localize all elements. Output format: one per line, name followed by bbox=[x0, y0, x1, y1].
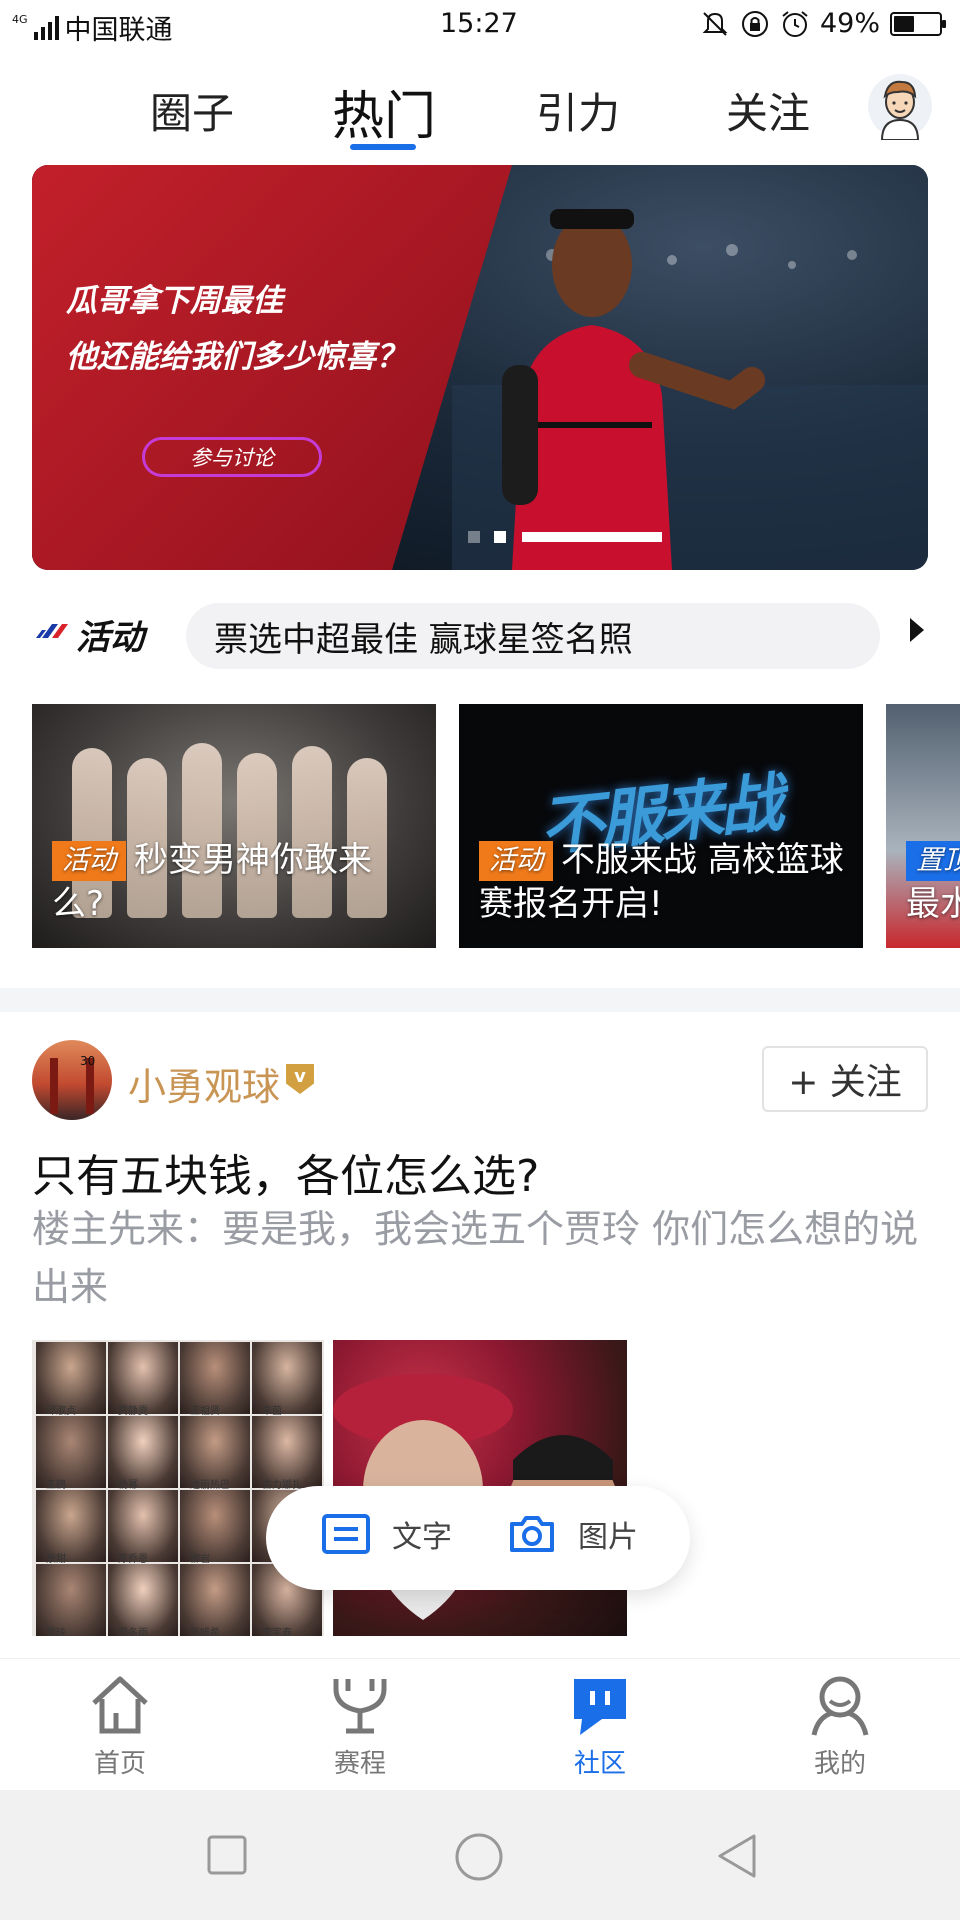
card-badge: 置顶 bbox=[906, 841, 960, 881]
grid-name-label: 杨幂 bbox=[118, 1480, 138, 1491]
author-name[interactable]: 小勇观球 bbox=[128, 1056, 280, 1111]
user-avatar-icon[interactable] bbox=[868, 70, 932, 140]
activity-headline[interactable]: 票选中超最佳 赢球星签名照 bbox=[186, 603, 880, 669]
nav-schedule[interactable]: 赛程 bbox=[300, 1673, 420, 1780]
compose-text-button[interactable]: 文字 bbox=[322, 1512, 452, 1556]
activity-logo-icon bbox=[36, 624, 68, 638]
grid-name-label: 朱茵 bbox=[262, 1406, 282, 1417]
tab-following[interactable]: 关注 bbox=[726, 80, 810, 141]
compose-image-label: 图片 bbox=[578, 1520, 638, 1555]
text-post-icon bbox=[322, 1514, 370, 1554]
activity-row: 活动 票选中超最佳 赢球星签名照 bbox=[0, 598, 960, 674]
bottom-nav: 首页 赛程 社区 我的 bbox=[0, 1658, 960, 1790]
profile-icon bbox=[811, 1676, 869, 1736]
network-type: 4G bbox=[12, 13, 28, 26]
signal-icon bbox=[33, 15, 59, 40]
verified-badge-icon: v bbox=[286, 1064, 314, 1094]
community-icon bbox=[574, 1679, 626, 1735]
banner-title: 瓜哥拿下周最佳 他还能给我们多少惊喜？ bbox=[66, 273, 407, 385]
home-icon bbox=[92, 1676, 148, 1734]
grid-name-label: 柳岩 bbox=[190, 1554, 210, 1565]
carousel-dot[interactable] bbox=[468, 531, 480, 543]
carousel-dots bbox=[468, 531, 506, 543]
nav-community-label: 社区 bbox=[573, 1749, 626, 1779]
grid-name-label: 王祖贤 bbox=[190, 1406, 220, 1417]
system-nav-bar bbox=[0, 1790, 960, 1920]
banner-title-line1: 瓜哥拿下周最佳 bbox=[66, 283, 283, 319]
grid-name-label: 王鸥 bbox=[46, 1480, 66, 1491]
grid-name-label: 景甜 bbox=[46, 1554, 66, 1565]
grid-name-label: 古力娜扎 bbox=[262, 1480, 302, 1491]
grid-name-label: 周冬雨 bbox=[118, 1628, 148, 1636]
mute-icon bbox=[702, 11, 728, 36]
grid-name-label: 李宇春 bbox=[262, 1628, 292, 1636]
post-image-grid[interactable]: 邱淑贞 贾静雯 王祖贤 朱茵王鸥 杨幂 迪丽热巴 古力娜扎景甜 陈乔恩 柳岩贾玲 周冬雨 陈妍希 李宇… bbox=[32, 1340, 324, 1636]
grid-name-label: 贾玲 bbox=[46, 1628, 66, 1636]
card-text: 最水 bbox=[906, 884, 960, 924]
rotation-lock-icon bbox=[741, 10, 768, 37]
active-tab-indicator bbox=[350, 144, 416, 150]
nav-schedule-label: 赛程 bbox=[333, 1749, 386, 1779]
compose-popup: 文字 图片 bbox=[266, 1486, 690, 1590]
trophy-icon bbox=[333, 1679, 387, 1734]
tab-circles[interactable]: 圈子 bbox=[150, 80, 234, 141]
tab-gravity[interactable]: 引力 bbox=[536, 80, 620, 141]
tab-hot[interactable]: 热门 bbox=[332, 74, 436, 149]
nav-home[interactable]: 首页 bbox=[60, 1673, 180, 1780]
section-divider bbox=[0, 988, 960, 1012]
activity-cards: 活动秒变男神你敢来么? 不服来战 活动不服来战 高校篮球赛报名开启! 置顶最水 bbox=[0, 704, 960, 948]
activity-arrow-icon[interactable] bbox=[910, 618, 924, 642]
follow-button[interactable]: + 关注 bbox=[762, 1046, 928, 1112]
join-discussion-button[interactable]: 参与讨论 bbox=[142, 437, 322, 477]
activity-card[interactable]: 置顶最水 bbox=[886, 704, 960, 948]
grid-name-label: 贾静雯 bbox=[118, 1406, 148, 1417]
card-caption: 活动 秒变男神你敢来么? bbox=[52, 838, 420, 926]
card-badge: 活动 bbox=[52, 841, 126, 881]
home-circle-icon[interactable] bbox=[454, 1832, 504, 1882]
activity-label: 活动 bbox=[76, 618, 144, 658]
status-left: 4G 中国联通 bbox=[12, 8, 173, 47]
activity-card[interactable]: 不服来战 活动 不服来战 高校篮球赛报名开启! bbox=[459, 704, 863, 948]
hero-banner[interactable]: 瓜哥拿下周最佳 他还能给我们多少惊喜？ 参与讨论 bbox=[32, 165, 928, 570]
carrier-name: 中国联通 bbox=[64, 15, 173, 46]
status-right: 49% bbox=[700, 8, 946, 39]
carousel-dot-active[interactable] bbox=[494, 531, 506, 543]
top-tab-bar: 圈子 热门 引力 关注 bbox=[0, 60, 960, 160]
post-body[interactable]: 楼主先来：要是我，我会选五个贾玲 你们怎么想的说出来 bbox=[32, 1200, 922, 1316]
avatar-number: 30 bbox=[80, 1054, 96, 1068]
camera-icon bbox=[510, 1516, 554, 1552]
battery-percent: 49% bbox=[819, 8, 880, 39]
avatar-bridge-tower bbox=[50, 1058, 58, 1114]
nav-profile[interactable]: 我的 bbox=[780, 1673, 900, 1780]
card-badge: 活动 bbox=[479, 841, 553, 881]
battery-icon bbox=[890, 11, 946, 36]
grid-name-label: 迪丽热巴 bbox=[190, 1480, 230, 1491]
alarm-icon bbox=[782, 10, 808, 37]
grid-name-label: 邱淑贞 bbox=[46, 1406, 76, 1417]
banner-title-line2: 他还能给我们多少惊喜？ bbox=[66, 339, 407, 375]
card-caption: 活动 不服来战 高校篮球赛报名开启! bbox=[479, 838, 847, 926]
activity-card[interactable]: 活动 秒变男神你敢来么? bbox=[32, 704, 436, 948]
nav-community[interactable]: 社区 bbox=[540, 1673, 660, 1780]
compose-image-button[interactable]: 图片 bbox=[508, 1512, 638, 1556]
grid-name-label: 陈妍希 bbox=[190, 1628, 220, 1636]
nav-home-label: 首页 bbox=[93, 1749, 146, 1779]
card-caption: 置顶最水 bbox=[906, 838, 960, 926]
recent-apps-icon[interactable] bbox=[206, 1834, 248, 1876]
nav-profile-label: 我的 bbox=[813, 1749, 866, 1779]
compose-text-label: 文字 bbox=[392, 1520, 452, 1555]
status-time: 15:27 bbox=[440, 8, 518, 39]
status-bar: 4G 中国联通 15:27 49% bbox=[0, 0, 960, 50]
battery-fill bbox=[894, 15, 914, 32]
grid-name-label: 陈乔恩 bbox=[118, 1554, 148, 1565]
post-title[interactable]: 只有五块钱，各位怎么选? bbox=[32, 1140, 539, 1204]
author-avatar[interactable]: 30 bbox=[32, 1040, 112, 1120]
back-triangle-icon[interactable] bbox=[714, 1832, 760, 1880]
